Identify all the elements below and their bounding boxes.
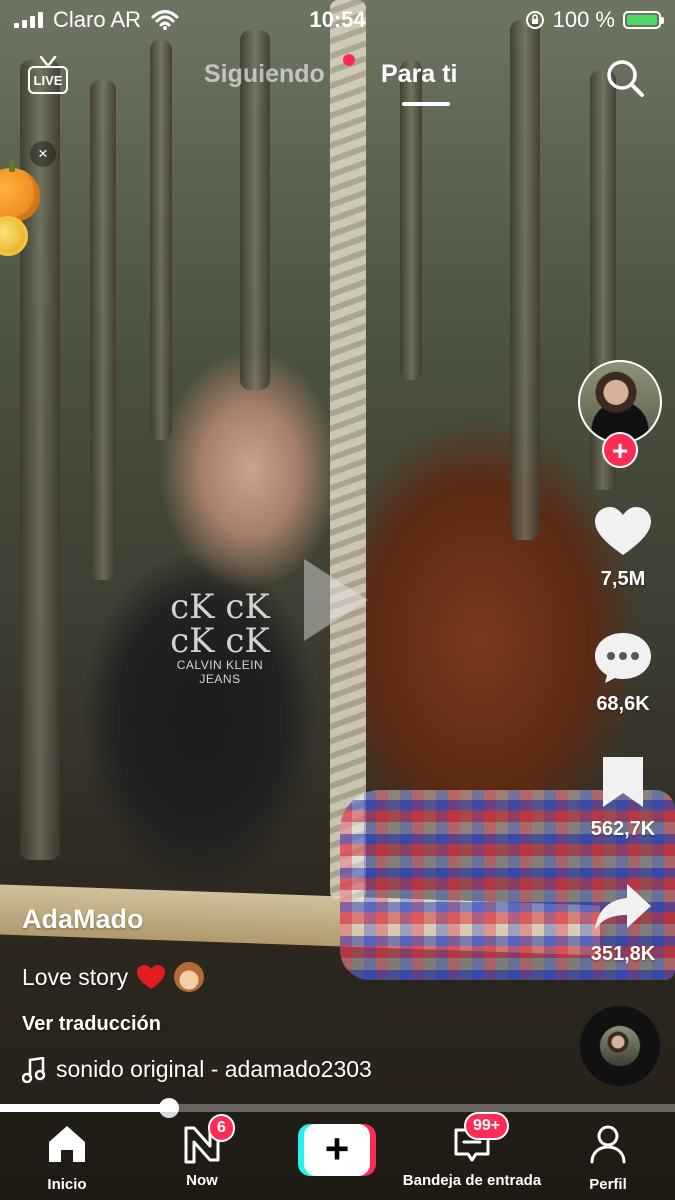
tree-trunk [90, 80, 116, 580]
now-badge: 6 [208, 1114, 235, 1142]
disc-avatar [600, 1026, 640, 1066]
battery-icon [623, 11, 664, 29]
bookmark-icon [603, 757, 643, 807]
see-translation-link[interactable]: Ver traducción [22, 1013, 161, 1036]
inbox-badge: 99+ [464, 1112, 510, 1140]
like-count: 7,5M [600, 568, 646, 590]
nav-inbox[interactable]: 99+ Bandeja de entrada [392, 1112, 552, 1189]
battery-percent: 100 % [552, 7, 615, 32]
coin-icon [0, 216, 28, 256]
home-icon [49, 1126, 85, 1162]
nav-profile[interactable]: Perfil [548, 1122, 668, 1193]
save-count: 562,7K [590, 818, 656, 840]
video-description: Love story [22, 962, 205, 992]
comment-button[interactable]: 68,6K [578, 630, 668, 716]
share-count: 351,8K [590, 943, 656, 965]
tshirt-print-line1: cK cK [170, 587, 270, 627]
swing-rope [330, 0, 366, 900]
feed-tabs: Siguiendo Para ti [0, 54, 675, 108]
tab-following[interactable]: Siguiendo [204, 60, 325, 89]
music-note-icon [22, 1056, 46, 1083]
nav-now[interactable]: 6 Now [142, 1114, 262, 1189]
share-arrow-icon [595, 884, 651, 930]
progress-fill [0, 1104, 169, 1112]
now-icon-wrap: 6 [180, 1114, 235, 1166]
nav-now-label: Now [186, 1172, 218, 1189]
halloween-promo-icon[interactable] [0, 158, 48, 258]
search-icon[interactable] [604, 57, 646, 99]
sound-name: sonido original - adamado2303 [56, 1056, 372, 1082]
nav-home-label: Inicio [47, 1176, 87, 1193]
creator-avatar-wrap: + [578, 360, 664, 468]
nav-profile-label: Perfil [589, 1176, 627, 1193]
save-button[interactable]: 562,7K [578, 755, 668, 841]
like-button[interactable]: 7,5M [578, 505, 668, 591]
play-icon[interactable] [300, 555, 372, 645]
profile-icon [590, 1125, 626, 1164]
nav-home[interactable]: Inicio [7, 1122, 127, 1193]
active-tab-indicator [402, 102, 450, 106]
video-progress-bar[interactable] [0, 1098, 675, 1118]
sound-link[interactable]: sonido original - adamado2303 [22, 1056, 372, 1083]
inbox-icon-wrap: 99+ [450, 1112, 510, 1166]
description-text: Love story [22, 963, 129, 990]
share-button[interactable]: 351,8K [578, 880, 668, 966]
status-right: 100 % [525, 7, 664, 33]
tree-trunk [400, 60, 422, 380]
rotation-lock-icon [525, 11, 544, 29]
red-heart-icon [137, 964, 166, 989]
comment-icon [595, 633, 651, 683]
creator-username[interactable]: AdaMado [22, 904, 144, 935]
video-feed-screen[interactable]: cK cK cK cK CALVIN KLEIN JEANS Claro AR … [0, 0, 675, 1200]
tshirt-print: cK cK cK cK CALVIN KLEIN JEANS [160, 590, 280, 700]
heart-icon [595, 507, 651, 555]
status-bar: Claro AR 10:54 100 % [0, 0, 675, 38]
tshirt-print-text: CALVIN KLEIN JEANS [176, 658, 264, 686]
nav-inbox-label: Bandeja de entrada [402, 1172, 542, 1189]
pumpkin-icon [0, 160, 40, 222]
tshirt-print-line2: cK cK [170, 621, 270, 661]
plus-icon: + [304, 1124, 370, 1176]
see-no-evil-monkey-icon [174, 962, 205, 992]
new-content-dot [343, 54, 355, 66]
sound-disc[interactable] [580, 1006, 660, 1086]
follow-button[interactable]: + [602, 432, 638, 468]
comment-count: 68,6K [596, 693, 650, 715]
tab-for-you[interactable]: Para ti [381, 60, 457, 89]
create-button[interactable]: + [298, 1124, 376, 1176]
